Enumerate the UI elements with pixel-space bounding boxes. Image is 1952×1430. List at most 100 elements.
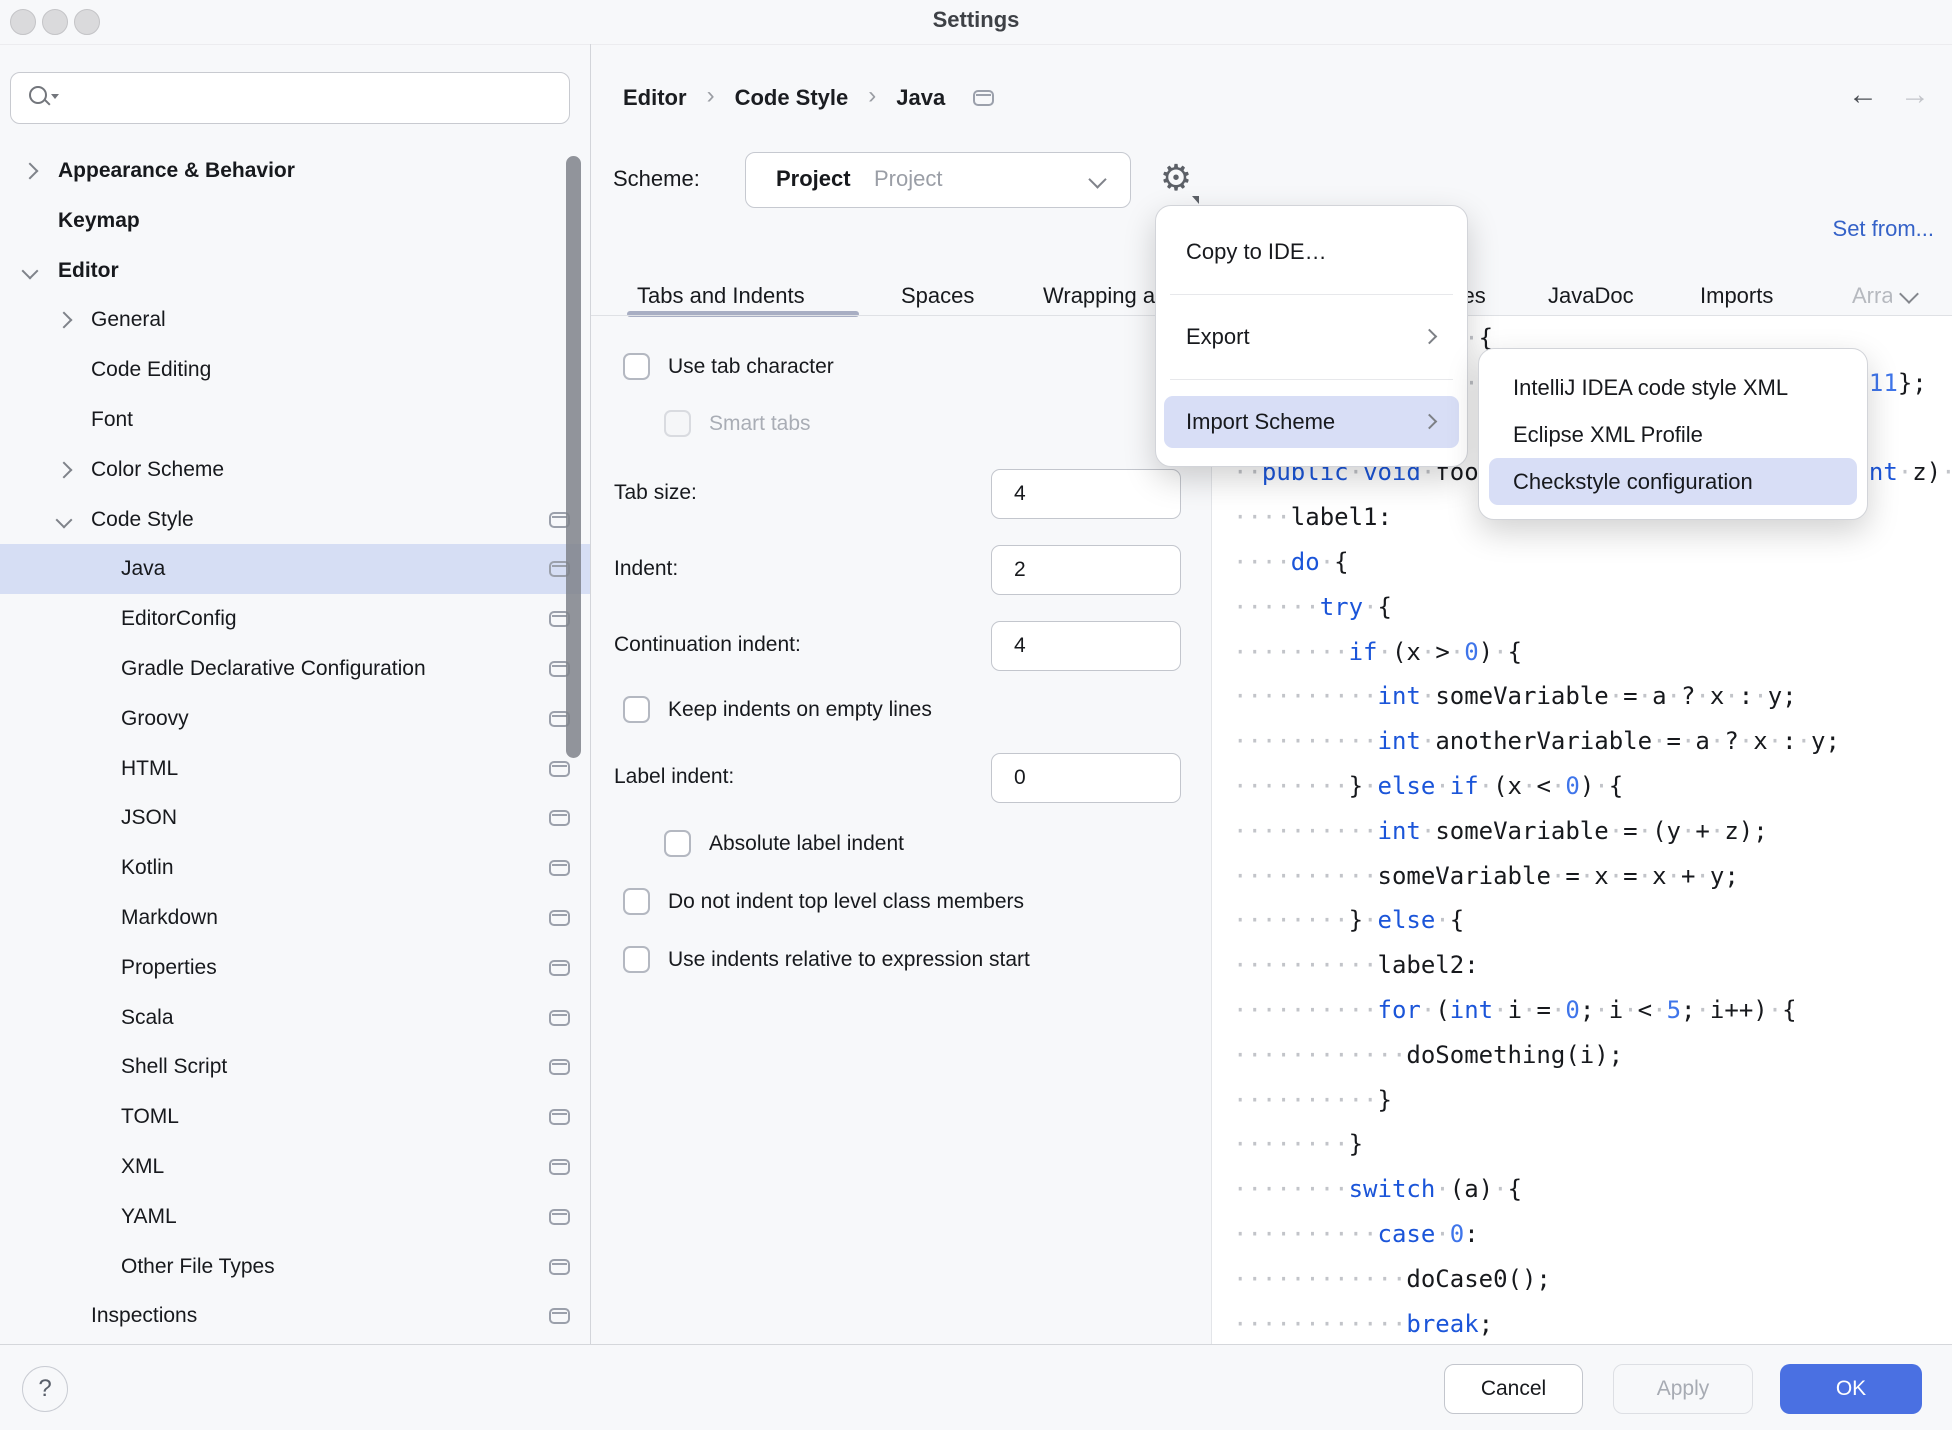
chevron-down-icon[interactable]	[22, 262, 39, 279]
card-icon	[549, 1308, 570, 1324]
card-icon	[549, 761, 570, 777]
menu-item-import-scheme[interactable]: Import Scheme	[1164, 396, 1459, 448]
checkbox-icon	[623, 888, 650, 915]
code-line: ······try·{	[1233, 585, 1952, 630]
sidebar-item-yaml[interactable]: YAML	[0, 1192, 590, 1242]
indent-input[interactable]	[991, 545, 1181, 595]
chevron-right-icon[interactable]	[56, 312, 73, 329]
sidebar-item-gradle-declarative-configuration[interactable]: Gradle Declarative Configuration	[0, 644, 590, 694]
breadcrumb-item-editor[interactable]: Editor	[623, 85, 687, 111]
menu-item-export[interactable]: Export	[1164, 311, 1459, 363]
sidebar-item-json[interactable]: JSON	[0, 793, 590, 843]
chevron-down-icon	[1088, 170, 1106, 188]
code-line: ··········int·someVariable·=·a·?·x·:·y;	[1233, 674, 1952, 719]
sidebar-item-markdown[interactable]: Markdown	[0, 893, 590, 943]
sidebar-item-html[interactable]: HTML	[0, 744, 590, 794]
breadcrumb: Editor›Code Style›Java	[623, 78, 994, 118]
card-icon	[549, 1109, 570, 1125]
help-button[interactable]: ?	[22, 1366, 68, 1412]
breadcrumb-item-java[interactable]: Java	[896, 85, 945, 111]
sidebar-item-appearance-behavior[interactable]: Appearance & Behavior	[0, 146, 590, 196]
apply-button: Apply	[1613, 1364, 1753, 1414]
tab-arrangement[interactable]: Arrangement	[1852, 276, 1892, 316]
sidebar-scrollbar[interactable]	[566, 156, 581, 758]
sidebar-item-other-file-types[interactable]: Other File Types	[0, 1242, 590, 1292]
scheme-dropdown[interactable]: Project Project	[745, 152, 1131, 208]
sidebar-item-label: Shell Script	[121, 1055, 227, 1079]
sidebar-item-toml[interactable]: TOML	[0, 1092, 590, 1142]
sidebar-item-keymap[interactable]: Keymap	[0, 196, 590, 246]
sidebar-item-label: JSON	[121, 806, 177, 830]
sidebar-item-label: Keymap	[58, 209, 140, 233]
menu-separator	[1170, 379, 1453, 380]
sidebar-item-kotlin[interactable]: Kotlin	[0, 843, 590, 893]
sidebar-item-scala[interactable]: Scala	[0, 993, 590, 1043]
ok-button[interactable]: OK	[1780, 1364, 1922, 1414]
import-scheme-submenu: IntelliJ IDEA code style XMLEclipse XML …	[1478, 348, 1868, 520]
submenu-item-eclipse-xml-profile[interactable]: Eclipse XML Profile	[1489, 411, 1857, 458]
sidebar-item-editor[interactable]: Editor	[0, 246, 590, 296]
sidebar-item-code-editing[interactable]: Code Editing	[0, 345, 590, 395]
sidebar-item-xml[interactable]: XML	[0, 1142, 590, 1192]
sidebar-item-label: Markdown	[121, 906, 218, 930]
code-line: ··········label2:	[1233, 943, 1952, 988]
card-icon	[973, 90, 994, 106]
sidebar-item-properties[interactable]: Properties	[0, 943, 590, 993]
card-icon	[549, 1059, 570, 1075]
indents-relative-checkbox[interactable]: Use indents relative to expression start	[623, 946, 1030, 973]
code-line: ····do·{	[1233, 540, 1952, 585]
do-not-indent-top-level-checkbox[interactable]: Do not indent top level class members	[623, 888, 1024, 915]
chevron-down-icon[interactable]	[56, 511, 73, 528]
checkbox-icon	[664, 410, 691, 437]
sidebar-item-code-style[interactable]: Code Style	[0, 495, 590, 545]
sidebar-item-label: Code Editing	[91, 358, 211, 382]
sidebar-item-shell-script[interactable]: Shell Script	[0, 1042, 590, 1092]
checkbox-icon	[623, 946, 650, 973]
card-icon	[549, 860, 570, 876]
submenu-item-intellij-idea-code-style-xml[interactable]: IntelliJ IDEA code style XML	[1489, 364, 1857, 411]
tab-tabs-and-indents[interactable]: Tabs and Indents	[637, 276, 805, 316]
sidebar-item-color-scheme[interactable]: Color Scheme	[0, 445, 590, 495]
set-from-link[interactable]: Set from...	[1833, 216, 1934, 242]
sidebar-item-label: Color Scheme	[91, 458, 224, 482]
chevron-right-icon[interactable]	[22, 163, 39, 180]
code-line: ············doCase0();	[1233, 1257, 1952, 1302]
sidebar-item-java[interactable]: Java	[0, 544, 590, 594]
sidebar-item-editorconfig[interactable]: EditorConfig	[0, 594, 590, 644]
breadcrumb-item-code-style[interactable]: Code Style	[735, 85, 849, 111]
cancel-button[interactable]: Cancel	[1444, 1364, 1583, 1414]
scheme-label: Scheme:	[613, 166, 700, 192]
breadcrumb-separator-icon: ›	[868, 82, 876, 110]
use-tab-character-checkbox[interactable]: Use tab character	[623, 353, 834, 380]
back-arrow-icon[interactable]: ←	[1848, 80, 1878, 110]
submenu-arrow-icon	[1422, 414, 1438, 430]
menu-separator	[1170, 294, 1453, 295]
tab-javadoc[interactable]: JavaDoc	[1548, 276, 1634, 316]
scheme-hint: Project	[874, 166, 942, 192]
sidebar-item-font[interactable]: Font	[0, 395, 590, 445]
sidebar-item-label: Appearance & Behavior	[58, 159, 295, 183]
absolute-label-indent-checkbox[interactable]: Absolute label indent	[664, 830, 904, 857]
dialog-footer: ? Cancel Apply OK	[0, 1344, 1952, 1430]
menu-item-copy-to-ide[interactable]: Copy to IDE…	[1164, 226, 1459, 278]
checkbox-label: Do not indent top level class members	[668, 890, 1024, 914]
sidebar-item-label: XML	[121, 1155, 164, 1179]
sidebar-item-groovy[interactable]: Groovy	[0, 694, 590, 744]
checkbox-label: Smart tabs	[709, 412, 811, 436]
tab-spaces[interactable]: Spaces	[901, 276, 974, 316]
tab-imports[interactable]: Imports	[1700, 276, 1773, 316]
continuation-indent-label: Continuation indent:	[614, 633, 801, 657]
sidebar-item-general[interactable]: General	[0, 295, 590, 345]
submenu-item-checkstyle-configuration[interactable]: Checkstyle configuration	[1489, 458, 1857, 505]
sidebar-item-inspections[interactable]: Inspections	[0, 1291, 590, 1341]
code-line: ··········}	[1233, 1078, 1952, 1123]
label-indent-input[interactable]	[991, 753, 1181, 803]
code-line: ············doSomething(i);	[1233, 1033, 1952, 1078]
checkbox-label: Use indents relative to expression start	[668, 948, 1030, 972]
code-line: ········switch·(a)·{	[1233, 1167, 1952, 1212]
continuation-indent-input[interactable]	[991, 621, 1181, 671]
keep-indents-checkbox[interactable]: Keep indents on empty lines	[623, 696, 932, 723]
chevron-right-icon[interactable]	[56, 461, 73, 478]
tab-size-input[interactable]	[991, 469, 1181, 519]
sidebar-item-label: Other File Types	[121, 1255, 275, 1279]
